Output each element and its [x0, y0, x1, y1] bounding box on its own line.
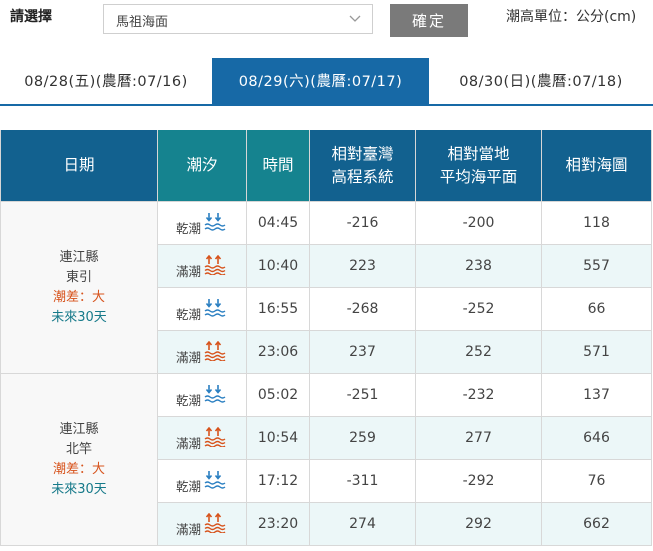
- select-label: 請選擇: [10, 9, 52, 25]
- high-tide-icon: [204, 512, 228, 534]
- tab-0830[interactable]: 08/30(日)(農曆:07/18): [429, 58, 653, 106]
- height-local-mean: 292: [415, 502, 542, 546]
- tide-type-label: 乾潮: [175, 220, 201, 236]
- table-row: 連江縣 東引 潮差：大 未來30天 乾潮 04:45 -216 -200 118: [0, 201, 652, 374]
- header-local-mean: 相對當地 平均海平面: [415, 130, 542, 202]
- tide-type-cell: 乾潮: [157, 201, 247, 245]
- station-name: 北竿: [65, 441, 92, 457]
- header-time: 時間: [246, 130, 310, 202]
- toolbar: 請選擇 馬祖海面 確定 潮高單位：公分(cm): [0, 0, 653, 44]
- header-tide: 潮汐: [157, 130, 247, 202]
- tide-table-wrapper: 日期 潮汐 時間 相對臺灣 高程系統 相對當地 平均海平面 相對海圖 連江縣 東引 潮差…: [0, 130, 653, 546]
- height-taiwan-datum: -268: [309, 287, 416, 331]
- tide-type-cell: 滿潮: [157, 416, 247, 460]
- location-select-value: 馬祖海面: [116, 15, 169, 30]
- height-chart-datum: 118: [541, 201, 652, 245]
- height-chart-datum: 137: [541, 373, 652, 417]
- tide-time: 10:54: [246, 416, 310, 460]
- height-taiwan-datum: 237: [309, 330, 416, 374]
- location-select[interactable]: 馬祖海面: [103, 4, 373, 34]
- tide-type-cell: 乾潮: [157, 373, 247, 417]
- tide-range-label: 潮差：大: [52, 289, 105, 305]
- height-taiwan-datum: 259: [309, 416, 416, 460]
- tide-type-label: 滿潮: [175, 263, 201, 279]
- height-local-mean: 277: [415, 416, 542, 460]
- high-tide-icon: [204, 254, 228, 276]
- unit-label: 潮高單位：公分(cm): [506, 9, 637, 25]
- height-local-mean: -292: [415, 459, 542, 503]
- tide-type-label: 乾潮: [175, 478, 201, 494]
- forecast-30-days-link[interactable]: 未來30天: [1, 480, 157, 500]
- date-tabs: 08/28(五)(農曆:07/16) 08/29(六)(農曆:07/17) 08…: [0, 58, 653, 106]
- height-chart-datum: 76: [541, 459, 652, 503]
- tide-type-cell: 滿潮: [157, 244, 247, 288]
- forecast-30-days-link[interactable]: 未來30天: [1, 308, 157, 328]
- tide-type-label: 乾潮: [175, 392, 201, 408]
- high-tide-icon: [204, 426, 228, 448]
- location-cell: 連江縣北竿潮差：大未來30天: [0, 373, 158, 546]
- tide-type-label: 滿潮: [175, 521, 201, 537]
- header-local-line2: 平均海平面: [439, 167, 518, 186]
- height-chart-datum: 646: [541, 416, 652, 460]
- height-local-mean: 238: [415, 244, 542, 288]
- location-cell: 連江縣東引潮差：大未來30天: [0, 201, 158, 374]
- header-taiwan-datum: 相對臺灣 高程系統: [309, 130, 416, 202]
- confirm-button[interactable]: 確定: [390, 4, 468, 37]
- tide-type-cell: 乾潮: [157, 287, 247, 331]
- tide-type-label: 乾潮: [175, 306, 201, 322]
- height-taiwan-datum: -311: [309, 459, 416, 503]
- station-name: 東引: [65, 269, 92, 285]
- height-chart-datum: 557: [541, 244, 652, 288]
- low-tide-icon: [204, 212, 228, 232]
- low-tide-icon: [204, 384, 228, 404]
- height-taiwan-datum: 274: [309, 502, 416, 546]
- tide-range-label: 潮差：大: [52, 461, 105, 477]
- height-chart-datum: 66: [541, 287, 652, 331]
- height-local-mean: 252: [415, 330, 542, 374]
- header-chart-datum: 相對海圖: [541, 130, 652, 202]
- header-local-line1: 相對當地: [447, 144, 510, 163]
- tide-type-label: 滿潮: [175, 435, 201, 451]
- high-tide-icon: [204, 340, 228, 362]
- tide-table: 日期 潮汐 時間 相對臺灣 高程系統 相對當地 平均海平面 相對海圖 連江縣 東引 潮差…: [0, 130, 652, 546]
- tide-type-label: 滿潮: [175, 349, 201, 365]
- chevron-down-icon: [349, 15, 361, 22]
- header-taiwan-line1: 相對臺灣: [331, 144, 394, 163]
- low-tide-icon: [204, 298, 228, 318]
- height-local-mean: -200: [415, 201, 542, 245]
- table-row: 連江縣 北竿 潮差：大 未來30天 乾潮 05:02 -251 -232 137: [0, 373, 652, 546]
- height-chart-datum: 571: [541, 330, 652, 374]
- tide-time: 17:12: [246, 459, 310, 503]
- tide-time: 10:40: [246, 244, 310, 288]
- table-header-row: 日期 潮汐 時間 相對臺灣高程系統 相對當地平均海平面 相對海圖: [0, 130, 652, 202]
- low-tide-icon: [204, 470, 228, 490]
- tide-time: 04:45: [246, 201, 310, 245]
- height-chart-datum: 662: [541, 502, 652, 546]
- tide-type-cell: 滿潮: [157, 330, 247, 374]
- tide-type-cell: 乾潮: [157, 459, 247, 503]
- height-taiwan-datum: -251: [309, 373, 416, 417]
- tab-0829[interactable]: 08/29(六)(農曆:07/17): [212, 58, 429, 106]
- table-body: 連江縣 東引 潮差：大 未來30天 乾潮 04:45 -216 -200 118 滿潮 10:40 2…: [0, 201, 652, 546]
- tide-time: 23:06: [246, 330, 310, 374]
- header-taiwan-line2: 高程系統: [331, 167, 394, 186]
- height-local-mean: -232: [415, 373, 542, 417]
- height-taiwan-datum: 223: [309, 244, 416, 288]
- tide-time: 05:02: [246, 373, 310, 417]
- county-name: 連江縣: [59, 249, 99, 265]
- tide-time: 23:20: [246, 502, 310, 546]
- tide-time: 16:55: [246, 287, 310, 331]
- header-date: 日期: [0, 130, 158, 202]
- height-local-mean: -252: [415, 287, 542, 331]
- height-taiwan-datum: -216: [309, 201, 416, 245]
- tide-type-cell: 滿潮: [157, 502, 247, 546]
- county-name: 連江縣: [59, 421, 99, 437]
- tab-0828[interactable]: 08/28(五)(農曆:07/16): [0, 58, 212, 106]
